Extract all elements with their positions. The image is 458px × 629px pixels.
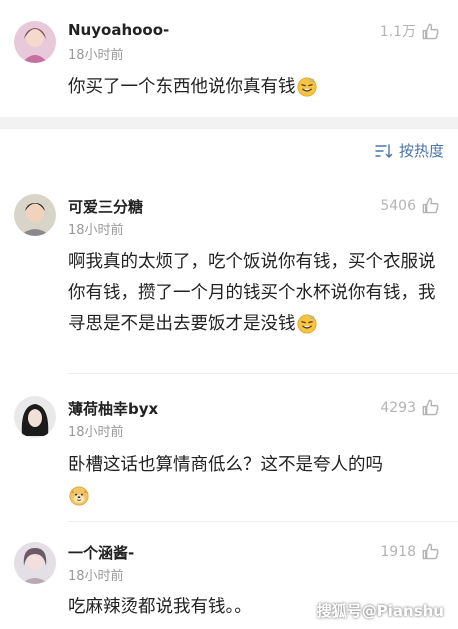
username[interactable]: 薄荷柚幸byx bbox=[68, 398, 158, 419]
username[interactable]: 可爱三分糖 bbox=[68, 196, 143, 217]
timestamp: 18小时前 bbox=[68, 569, 124, 584]
like-button[interactable]: 5406 bbox=[380, 196, 440, 215]
comment-text: 卧槽这话也算情商低么？这不是夸人的吗 bbox=[68, 450, 438, 512]
watermark: 搜狐号@Pianshu bbox=[316, 602, 444, 620]
like-count: 1918 bbox=[380, 543, 416, 560]
thumbs-up-icon bbox=[421, 542, 440, 561]
sort-label: 按热度 bbox=[398, 142, 444, 160]
sweat-smile-emoji bbox=[296, 76, 318, 98]
thumbs-up-icon bbox=[421, 196, 440, 215]
timestamp: 18小时前 bbox=[68, 48, 124, 63]
like-button[interactable]: 1918 bbox=[380, 542, 440, 561]
comment-text: 啊我真的太烦了，吃个饭说你有钱，买个衣服说你有钱，攒了一个月的钱买个水杯说你有钱… bbox=[68, 252, 436, 335]
like-button[interactable]: 1.1万 bbox=[380, 21, 440, 41]
like-count: 1.1万 bbox=[379, 24, 416, 40]
like-count: 5406 bbox=[380, 197, 416, 214]
avatar[interactable] bbox=[14, 194, 56, 236]
avatar[interactable] bbox=[14, 21, 56, 63]
avatar[interactable] bbox=[14, 396, 56, 438]
like-button[interactable]: 4293 bbox=[380, 398, 440, 417]
sort-toggle[interactable]: 按热度 bbox=[375, 140, 444, 161]
sort-lines-icon bbox=[375, 143, 393, 158]
thumbs-up-icon bbox=[421, 398, 440, 417]
sweat-smile-emoji bbox=[296, 313, 318, 335]
thumbs-up-icon bbox=[421, 22, 440, 41]
like-count: 4293 bbox=[380, 399, 416, 416]
section-divider bbox=[0, 117, 458, 129]
comment-separator bbox=[68, 521, 458, 522]
timestamp: 18小时前 bbox=[68, 425, 124, 440]
doge-emoji bbox=[68, 485, 90, 507]
timestamp: 18小时前 bbox=[68, 223, 124, 238]
comment-separator bbox=[68, 373, 458, 374]
comment-text: 你买了一个东西他说你真有钱 bbox=[68, 72, 438, 103]
username[interactable]: 一个涵酱- bbox=[68, 542, 134, 563]
username[interactable]: Nuyoahooo- bbox=[68, 21, 169, 39]
avatar[interactable] bbox=[14, 542, 56, 584]
